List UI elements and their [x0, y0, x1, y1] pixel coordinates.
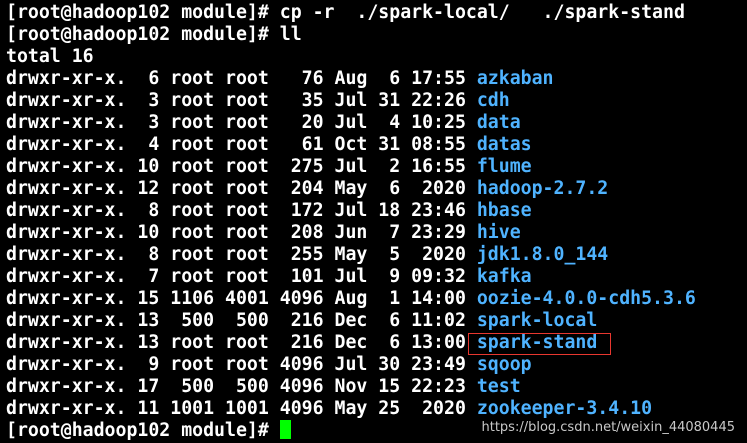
directory-name: zookeeper-3.4.10: [476, 398, 653, 419]
entry-metadata: drwxr-xr-x. 3 root root 35 Jul 31 22:26: [6, 90, 477, 111]
entry-metadata: drwxr-xr-x. 12 root root 204 May 6 2020: [6, 178, 477, 199]
entry-metadata: drwxr-xr-x. 8 root root 255 May 5 2020: [6, 244, 477, 265]
directory-name: flume: [476, 156, 532, 177]
entry-metadata: drwxr-xr-x. 6 root root 76 Aug 6 17:55: [6, 68, 477, 89]
entry-metadata: drwxr-xr-x. 17 500 500 4096 Nov 15 22:23: [6, 376, 477, 397]
directory-name: cdh: [476, 90, 510, 111]
entry-metadata: drwxr-xr-x. 13 root root 216 Dec 6 13:00: [6, 332, 477, 353]
entry-metadata: drwxr-xr-x. 15 1106 4001 4096 Aug 1 14:0…: [6, 288, 477, 309]
watermark: https://blog.csdn.net/weixin_44080445: [481, 420, 735, 435]
shell-prompt: [root@hadoop102 module]#: [6, 24, 280, 45]
listing-row: drwxr-xr-x. 11 1001 1001 4096 May 25 202…: [0, 398, 747, 420]
directory-name: azkaban: [476, 68, 554, 89]
command-line: [root@hadoop102 module]# ll: [0, 24, 747, 46]
directory-name: data: [476, 112, 521, 133]
directory-name: jdk1.8.0_144: [476, 244, 609, 265]
command-line: [root@hadoop102 module]# cp -r ./spark-l…: [0, 2, 747, 24]
directory-listing: drwxr-xr-x. 6 root root 76 Aug 6 17:55 a…: [0, 68, 747, 420]
entry-metadata: drwxr-xr-x. 8 root root 172 Jul 18 23:46: [6, 200, 477, 221]
directory-name: test: [476, 376, 521, 397]
entry-metadata: drwxr-xr-x. 3 root root 20 Jul 4 10:25: [6, 112, 477, 133]
entry-metadata: drwxr-xr-x. 13 500 500 216 Dec 6 11:02: [6, 310, 477, 331]
listing-row: drwxr-xr-x. 4 root root 61 Oct 31 08:55 …: [0, 134, 747, 156]
listing-row: drwxr-xr-x. 12 root root 204 May 6 2020 …: [0, 178, 747, 200]
entry-metadata: drwxr-xr-x. 9 root root 4096 Jul 30 23:4…: [6, 354, 477, 375]
entry-metadata: drwxr-xr-x. 10 root root 208 Jun 7 23:29: [6, 222, 477, 243]
listing-row: drwxr-xr-x. 15 1106 4001 4096 Aug 1 14:0…: [0, 288, 747, 310]
shell-prompt: [root@hadoop102 module]#: [6, 420, 280, 441]
terminal-window[interactable]: [root@hadoop102 module]# cp -r ./spark-l…: [0, 0, 747, 443]
entry-metadata: drwxr-xr-x. 11 1001 1001 4096 May 25 202…: [6, 398, 477, 419]
listing-row: drwxr-xr-x. 7 root root 101 Jul 9 09:32 …: [0, 266, 747, 288]
directory-name: spark-local: [476, 310, 598, 331]
listing-row: drwxr-xr-x. 9 root root 4096 Jul 30 23:4…: [0, 354, 747, 376]
listing-row: drwxr-xr-x. 8 root root 255 May 5 2020 j…: [0, 244, 747, 266]
total-line: total 16: [6, 46, 94, 67]
directory-name: datas: [476, 134, 532, 155]
listing-row: drwxr-xr-x. 8 root root 172 Jul 18 23:46…: [0, 200, 747, 222]
listing-row: drwxr-xr-x. 6 root root 76 Aug 6 17:55 a…: [0, 68, 747, 90]
entry-metadata: drwxr-xr-x. 4 root root 61 Oct 31 08:55: [6, 134, 477, 155]
listing-row: drwxr-xr-x. 3 root root 35 Jul 31 22:26 …: [0, 90, 747, 112]
directory-name: hbase: [476, 200, 532, 221]
directory-name: hive: [476, 222, 521, 243]
directory-name: spark-stand: [476, 332, 598, 353]
text-cursor: [279, 420, 291, 439]
directory-name: sqoop: [476, 354, 532, 375]
listing-row: drwxr-xr-x. 13 500 500 216 Dec 6 11:02 s…: [0, 310, 747, 332]
listing-row: drwxr-xr-x. 17 500 500 4096 Nov 15 22:23…: [0, 376, 747, 398]
listing-row: drwxr-xr-x. 10 root root 275 Jul 2 16:55…: [0, 156, 747, 178]
command-text: cp -r ./spark-local/ ./spark-stand: [279, 2, 685, 23]
listing-row: drwxr-xr-x. 10 root root 208 Jun 7 23:29…: [0, 222, 747, 244]
directory-name: oozie-4.0.0-cdh5.3.6: [476, 288, 696, 309]
directory-name: kafka: [476, 266, 532, 287]
command-text: ll: [279, 24, 302, 45]
listing-row: drwxr-xr-x. 13 root root 216 Dec 6 13:00…: [0, 332, 747, 354]
directory-name: hadoop-2.7.2: [476, 178, 609, 199]
entry-metadata: drwxr-xr-x. 10 root root 275 Jul 2 16:55: [6, 156, 477, 177]
listing-row: drwxr-xr-x. 3 root root 20 Jul 4 10:25 d…: [0, 112, 747, 134]
shell-prompt: [root@hadoop102 module]#: [6, 2, 280, 23]
entry-metadata: drwxr-xr-x. 7 root root 101 Jul 9 09:32: [6, 266, 477, 287]
